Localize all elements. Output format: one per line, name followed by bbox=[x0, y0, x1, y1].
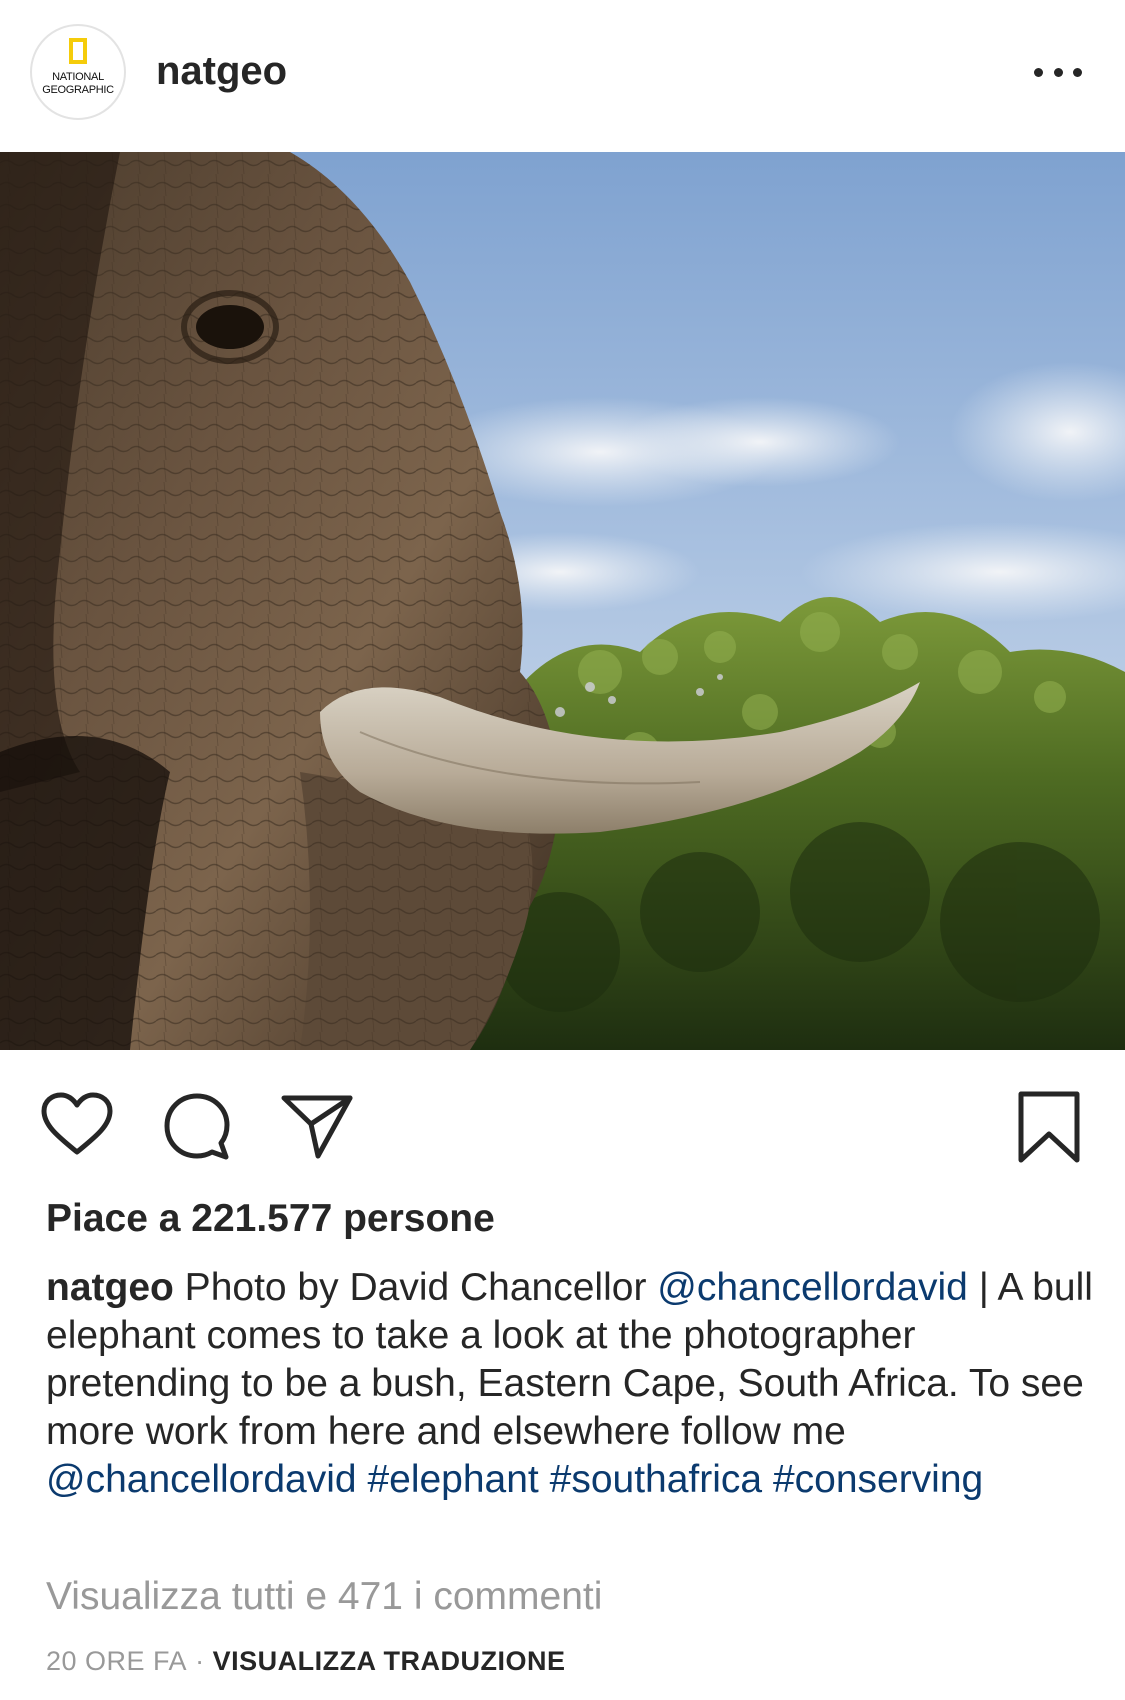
avatar-brand-line-1: NATIONAL bbox=[52, 71, 104, 83]
post-meta: 20 ORE FA · VISUALIZZA TRADUZIONE bbox=[46, 1644, 566, 1678]
caption-mention[interactable]: @chancellordavid bbox=[46, 1458, 357, 1501]
elephant-photo bbox=[0, 152, 1125, 1050]
meta-separator: · bbox=[195, 1646, 205, 1676]
caption-mention[interactable]: @chancellordavid bbox=[657, 1266, 968, 1309]
bookmark-icon[interactable] bbox=[1016, 1090, 1082, 1164]
caption-space bbox=[762, 1458, 773, 1501]
caption-space bbox=[357, 1458, 368, 1501]
paper-plane-icon[interactable] bbox=[280, 1092, 354, 1160]
comment-bubble-icon[interactable] bbox=[162, 1092, 232, 1162]
caption-text: Photo by David Chancellor bbox=[173, 1266, 658, 1309]
caption-hashtag[interactable]: #elephant bbox=[367, 1458, 538, 1501]
post-timestamp: 20 ORE FA bbox=[46, 1646, 188, 1676]
avatar[interactable]: NATIONAL GEOGRAPHIC bbox=[30, 24, 126, 120]
likes-count[interactable]: Piace a 221.577 persone bbox=[46, 1196, 495, 1242]
post-username[interactable]: natgeo bbox=[156, 46, 287, 96]
post-photo[interactable] bbox=[0, 152, 1125, 1050]
see-translation-link[interactable]: VISUALIZZA TRADUZIONE bbox=[213, 1646, 566, 1676]
post-header: NATIONAL GEOGRAPHIC natgeo bbox=[0, 0, 1125, 152]
caption-space bbox=[539, 1458, 550, 1501]
heart-icon[interactable] bbox=[40, 1092, 114, 1158]
more-horizontal-icon[interactable] bbox=[1030, 58, 1086, 86]
view-all-comments-link[interactable]: Visualizza tutti e 471 i commenti bbox=[46, 1574, 602, 1620]
caption-hashtag[interactable]: #conserving bbox=[773, 1458, 983, 1501]
natgeo-logo-frame-icon bbox=[69, 38, 87, 64]
post-caption: natgeo Photo by David Chancellor @chance… bbox=[46, 1264, 1096, 1504]
caption-hashtag[interactable]: #southafrica bbox=[550, 1458, 762, 1501]
caption-username[interactable]: natgeo bbox=[46, 1266, 174, 1309]
post-actions bbox=[0, 1050, 1125, 1190]
avatar-brand-line-2: GEOGRAPHIC bbox=[42, 84, 114, 96]
